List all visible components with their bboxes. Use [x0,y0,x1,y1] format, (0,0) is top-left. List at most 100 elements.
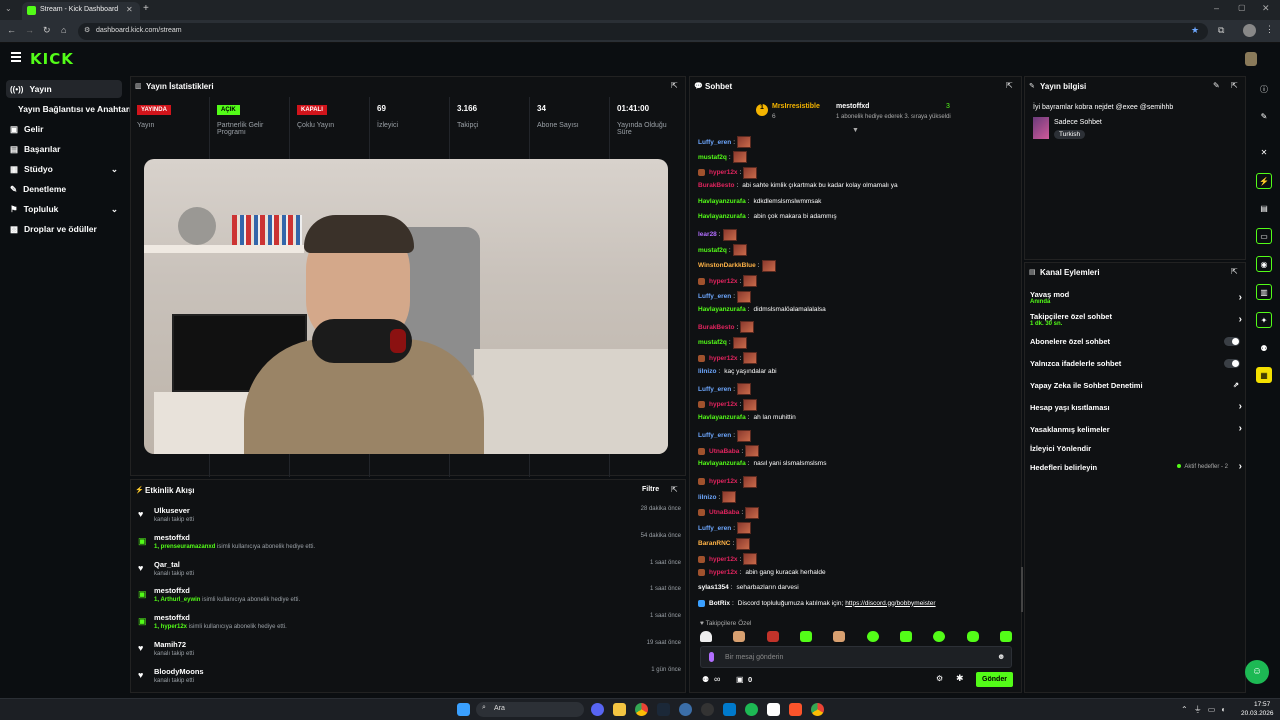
gift-icon[interactable]: ▣ [736,675,744,684]
chat-username[interactable]: hyper12x [709,169,738,176]
popout-icon[interactable]: ⇱ [1231,81,1238,90]
spotify-icon[interactable] [745,703,758,716]
sidebar-item-topluluk[interactable]: ⚑ Topluluk ⌄ [6,200,122,218]
chat-message[interactable]: Luffy_eren: [698,290,752,303]
chat-username[interactable]: hyper12x [709,556,738,563]
popout-icon[interactable]: ⇱ [1231,267,1238,276]
scroll-arrow-icon[interactable]: ▼ [852,127,859,134]
chat-username[interactable]: UtnaBaba [709,509,739,516]
chat-message[interactable]: Luffy_eren: [698,136,752,148]
chat-username[interactable]: BotRix [709,600,730,607]
chat-username[interactable]: UtnaBaba [709,448,739,455]
popout-icon[interactable]: ⇱ [1006,81,1013,90]
app-icon[interactable] [679,703,692,716]
filter-button[interactable]: Filtre [642,486,659,493]
wrench-tool-icon[interactable]: ✦ [1256,312,1272,328]
info-icon[interactable]: ⓘ [1256,81,1272,97]
sidebar-item-droplar[interactable]: ▩ Droplar ve ödüller [6,220,122,238]
sidebar-item-gelir[interactable]: ▣ Gelir [6,120,122,138]
chat-scrollbar[interactable] [1021,567,1023,612]
activity-row[interactable]: ▣ mestoffxd 1, prenseuramazanxd isimli kul… [136,533,681,559]
chat-username[interactable]: Havlayanzurafa [698,213,746,220]
chat-message[interactable]: mustaf2q: [698,336,747,349]
activity-row[interactable]: ♥ BloodyMoons kanalı takip etti 1 gün önce [136,667,681,693]
chat-message[interactable]: hyper12x: [698,275,758,288]
vscode-icon[interactable] [723,703,736,716]
notion-icon[interactable] [767,703,780,716]
tray-icons[interactable]: ⌃⏚▭◐ [1181,704,1232,715]
chat-tool-icon[interactable]: ▭ [1256,228,1272,244]
sidebar-item-denetleme[interactable]: ✎ Denetleme [6,180,122,198]
layout-tool-icon[interactable]: ▥ [1256,284,1272,300]
edit-tool-icon[interactable]: ✎ [1256,108,1272,124]
channel-action-row[interactable]: Yasaklanmış kelimeler › [1030,423,1242,443]
sidebar-item-yayin[interactable]: ((•)) Yayın [6,80,122,98]
chat-username[interactable]: lilnizo [698,368,716,375]
home-icon[interactable]: ⌂ [61,25,66,35]
chat-username[interactable]: mustaf2q [698,154,727,161]
chat-username[interactable]: hyper12x [709,355,738,362]
chat-message[interactable]: hyper12x: [698,166,758,179]
chat-message[interactable]: mustaf2q: [698,244,747,257]
windows-start-icon[interactable] [457,703,470,716]
browser-tab[interactable]: Stream - Kick Dashboard ✕ [22,2,140,20]
chat-message[interactable]: Havlayanzurafa: abin çok makara bi adammı… [698,213,837,220]
close-window-icon[interactable]: ✕ [1262,3,1270,14]
new-tab-icon[interactable]: + [143,3,149,14]
discord-app-icon[interactable] [591,703,604,716]
channel-action-row[interactable]: Takipçilere özel sohbet 1 dk. 30 sn. › [1030,312,1242,330]
pencil-icon[interactable]: ✎ [1213,81,1220,90]
chat-message[interactable]: Luffy_eren: [698,429,752,442]
back-icon[interactable]: ← [7,25,16,35]
support-bubble-icon[interactable]: ☺ [1245,660,1269,684]
emoji-icon[interactable]: ☻ [997,652,1005,661]
group-tool-icon[interactable]: ⚉ [1256,340,1272,356]
chat-message[interactable]: lear28: [698,228,737,241]
chat-username[interactable]: Luffy_eren [698,386,731,393]
activity-row[interactable]: ▣ mestoffxd 1, Arthurl_eywin isimli kullan… [136,586,681,612]
file-explorer-icon[interactable] [613,703,626,716]
clipboard-tool-icon[interactable]: ▤ [1256,200,1272,216]
bookmark-star-icon[interactable]: ★ [1191,25,1199,36]
tab-list-icon[interactable]: ⌄ [5,4,17,16]
activity-row[interactable]: ♥ Qar_tal kanalı takip etti 1 saat önce [136,560,681,586]
chat-message[interactable]: mustaf2q: [698,151,747,164]
chrome-profile-icon[interactable] [811,703,824,716]
chat-message[interactable]: BaranRNC: [698,537,751,550]
chat-message[interactable]: UtnaBaba: [698,506,760,519]
chat-username[interactable]: sylas1354 [698,584,729,591]
forward-icon[interactable]: → [25,25,34,35]
chat-message[interactable]: Havlayanzurafa: kdkdlemslsmslwmmsak [698,198,821,205]
lightning-tool-icon[interactable]: ⚡ [1256,173,1272,189]
chat-settings-icon[interactable]: ⚙ [936,674,943,683]
chat-message[interactable]: lilnizo: kaç yaşındalar abi [698,368,777,375]
chat-username[interactable]: lilnizo [698,494,716,501]
channel-action-row[interactable]: İzleyici Yönlendir [1030,444,1242,462]
sidebar-item-basarilar[interactable]: ▤ Başarılar [6,140,122,158]
close-tool-icon[interactable]: ✕ [1256,144,1272,160]
chat-username[interactable]: hyper12x [709,569,738,576]
chat-message[interactable]: WinstonDarkkBlue: [698,259,776,272]
chat-message[interactable]: Havlayanzurafa: nasıl yani slsmalsmslsms [698,460,826,467]
chat-username[interactable]: Havlayanzurafa [698,198,746,205]
chat-input[interactable]: Bir mesaj gönderin ☻ [700,646,1012,668]
channel-action-row[interactable]: Abonelere özel sohbet [1030,337,1242,355]
broadcast-tool-icon[interactable]: ◉ [1256,256,1272,272]
obs-icon[interactable] [701,703,714,716]
chat-message[interactable]: lilnizo: [698,491,737,504]
chat-message[interactable]: BurakBesto: [698,321,755,334]
url-field[interactable]: ⚙ dashboard.kick.com/stream ★ [78,23,1208,40]
clapper-tool-icon[interactable]: ▦ [1256,367,1272,383]
chat-username[interactable]: Havlayanzurafa [698,414,746,421]
site-info-icon[interactable]: ⚙ [84,26,90,34]
kick-logo[interactable]: KICK [30,50,74,68]
activity-row[interactable]: ♥ Mamih72 kanalı takip etti 19 saat önce [136,640,681,666]
pinned-gift-banner[interactable]: 1 MrsIrresistible 6 mestoffxd 3 1 abonel… [756,101,960,125]
stream-preview-video[interactable] [144,159,668,454]
chat-username[interactable]: BurakBesto [698,324,734,331]
chat-message[interactable]: Havlayanzurafa: ah lan muhittin [698,414,796,421]
profile-avatar[interactable] [1243,24,1256,37]
chat-username[interactable]: BurakBesto [698,182,734,189]
chat-username[interactable]: Havlayanzurafa [698,460,746,467]
chat-message[interactable]: hyper12x: abin gang kuracak herhalde [698,568,826,576]
